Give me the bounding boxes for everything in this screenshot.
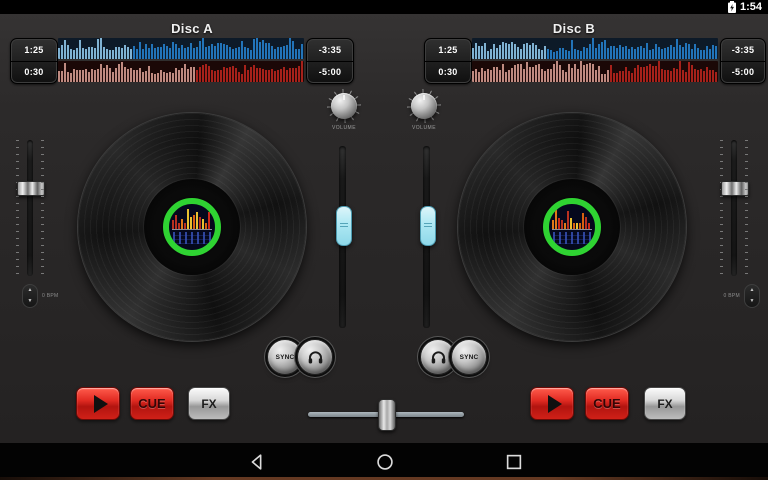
deck-a-time-display-left[interactable]: 1:25 0:30 [10,38,58,84]
deck-a-equalizer-art-bottom [173,232,211,244]
deck-b-equalizer-art-bottom [553,232,591,244]
deck-a-volume-label: VOLUME [314,125,374,131]
deck-b-waveform[interactable] [472,38,718,82]
deck-b-pitch-fader[interactable] [724,140,744,276]
sync-label: SYNC [276,354,295,361]
deck-a-volume-slider-thumb[interactable] [336,206,352,246]
deck-b-volume-knob-ticks [407,89,441,123]
down-arrow-icon: ▼ [28,299,33,304]
back-button[interactable] [245,450,268,473]
deck-b-record-label [524,179,620,275]
deck-a-volume-knob-ticks [327,89,361,123]
deck-b-equalizer-art [552,208,592,230]
deck-a-cue-time: 0:30 [11,62,57,84]
deck-a-pitch-thumb[interactable] [17,181,45,196]
play-icon [94,395,108,413]
deck-a-headphone-cue-button[interactable] [297,339,333,375]
deck-a-bpm-readout: 0 BPM [42,293,59,299]
headphone-icon [429,348,448,367]
cue-label: CUE [138,396,165,411]
up-arrow-icon: ▲ [28,288,33,293]
up-arrow-icon: ▲ [750,288,755,293]
deck-b-cue-button[interactable]: CUE [585,387,629,420]
deck-b-time-display-right[interactable]: -3:35 -5:00 [720,38,766,84]
sync-label: SYNC [460,354,479,361]
deck-b-volume-knob[interactable] [411,93,437,119]
deck-a-turntable[interactable] [78,113,306,341]
deck-a-cue-button[interactable]: CUE [130,387,174,420]
deck-a-waveform-bottom [58,61,304,82]
clock: 1:54 [740,1,762,13]
deck-b-turntable[interactable] [458,113,686,341]
deck-b-waveform-bottom [472,61,718,82]
recents-icon [504,452,524,472]
deck-b-play-button[interactable] [530,387,574,420]
play-icon [548,395,562,413]
deck-a-play-button[interactable] [76,387,120,420]
battery-charging-icon [727,1,737,13]
fx-label: FX [657,397,672,411]
cue-label: CUE [593,396,620,411]
deck-b-pitch-thumb[interactable] [721,181,749,196]
home-icon [375,452,395,472]
deck-b-bpm-stepper[interactable]: ▲ ▼ [744,284,760,308]
deck-b-fx-button[interactable]: FX [644,387,686,420]
dj-app-screen: 1:54 Disc A Disc B 1:25 0:30 -3:35 -5:00… [0,0,768,480]
deck-a-remaining-time: -3:35 [307,39,353,62]
deck-a-waveform-top [58,38,304,59]
status-right-cluster: 1:54 [727,0,762,14]
deck-a-bpm-stepper[interactable]: ▲ ▼ [22,284,38,308]
deck-a-equalizer-art [172,208,212,230]
deck-b-total-remaining-time: -5:00 [721,62,765,84]
deck-b-waveform-top [472,38,718,59]
android-nav-bar [0,443,768,480]
deck-a-fx-button[interactable]: FX [188,387,230,420]
deck-b-record-center-art [543,198,601,256]
deck-a-time-display-right[interactable]: -3:35 -5:00 [306,38,354,84]
deck-b-pitch-track[interactable] [731,140,737,276]
app-background: Disc A Disc B 1:25 0:30 -3:35 -5:00 1:25… [0,14,768,443]
headphone-icon [306,348,325,367]
deck-b-sync-button[interactable]: SYNC [451,339,487,375]
recents-button[interactable] [502,450,525,473]
deck-b-title: Disc B [384,21,764,36]
down-arrow-icon: ▼ [750,299,755,304]
deck-b-volume-slider[interactable] [423,146,430,328]
back-icon [247,452,267,472]
deck-a-pitch-fader[interactable] [20,140,40,276]
deck-b-elapsed-time: 1:25 [425,39,471,62]
deck-a-pitch-track[interactable] [27,140,33,276]
fx-label: FX [201,397,216,411]
crossfader-thumb[interactable] [378,399,396,431]
deck-b-volume-label: VOLUME [394,125,454,131]
status-bar: 1:54 [0,0,768,14]
deck-a-volume-slider[interactable] [339,146,346,328]
deck-a-total-remaining-time: -5:00 [307,62,353,84]
deck-a-record-label [144,179,240,275]
deck-b-remaining-time: -3:35 [721,39,765,62]
deck-b-time-display-left[interactable]: 1:25 0:30 [424,38,472,84]
deck-a-elapsed-time: 1:25 [11,39,57,62]
deck-a-record-center-art [163,198,221,256]
crossfader[interactable] [308,399,464,429]
deck-b-cue-time: 0:30 [425,62,471,84]
deck-a-volume-knob[interactable] [331,93,357,119]
deck-a-title: Disc A [0,21,384,36]
deck-a-waveform[interactable] [58,38,304,82]
home-button[interactable] [373,450,396,473]
deck-b-bpm-readout: 0 BPM [712,293,740,299]
deck-b-volume-slider-thumb[interactable] [420,206,436,246]
